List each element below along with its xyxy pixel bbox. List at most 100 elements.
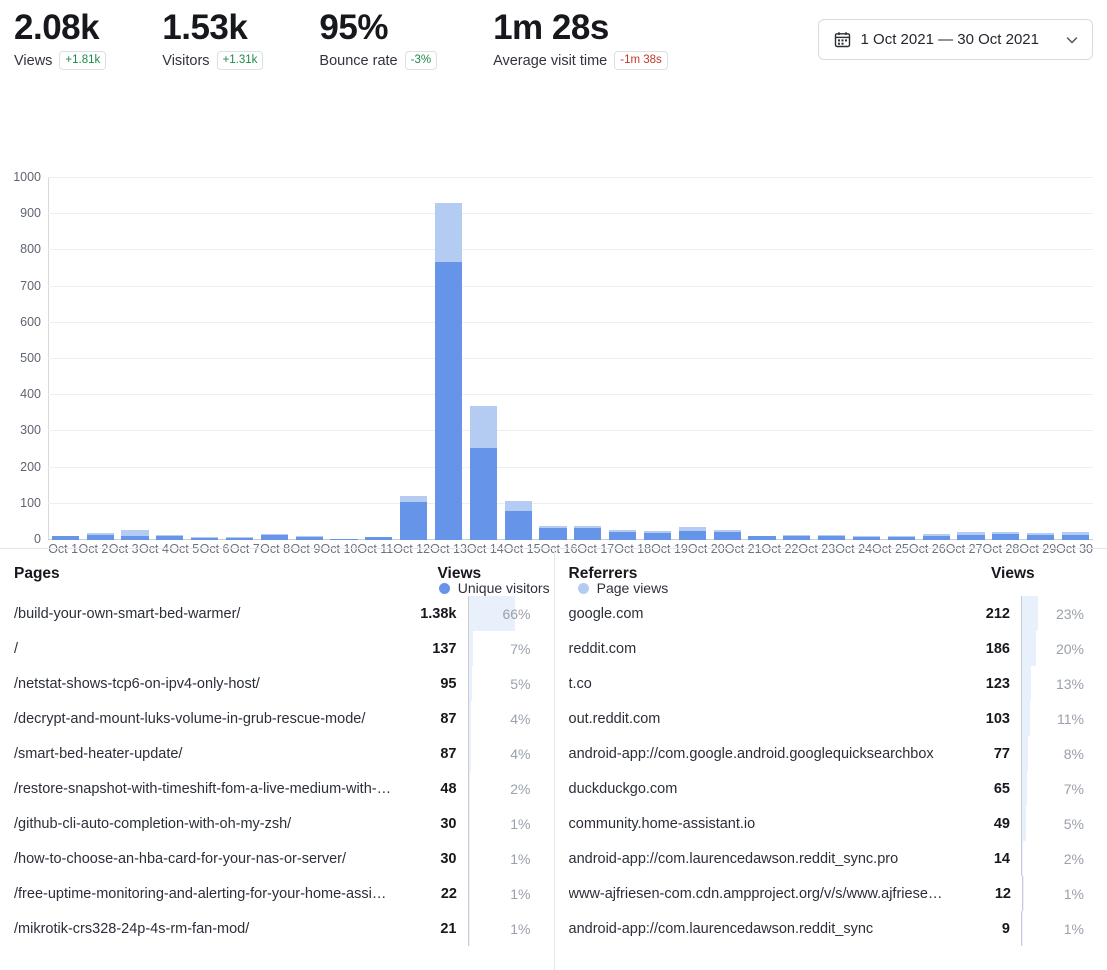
- chart-bar-column[interactable]: [988, 178, 1023, 540]
- chart-bar-column[interactable]: [257, 178, 292, 540]
- row-percent-label: 23%: [1055, 605, 1084, 622]
- y-axis-tick: 600: [20, 314, 41, 329]
- chart-bar-column[interactable]: [919, 178, 954, 540]
- chart-bar-column[interactable]: [327, 178, 362, 540]
- chart-bar-column[interactable]: [83, 178, 118, 540]
- pages-title: Pages: [14, 565, 60, 582]
- row-percent-label: 8%: [1063, 745, 1084, 762]
- chart-bar-column[interactable]: [152, 178, 187, 540]
- row-percent-label: 4%: [510, 745, 531, 762]
- row-percent-cell: 66%: [467, 596, 540, 631]
- chart-bar-column[interactable]: [710, 178, 745, 540]
- table-row[interactable]: /smart-bed-heater-update/87 4%: [14, 736, 540, 771]
- row-label: /smart-bed-heater-update/: [14, 745, 183, 762]
- table-row[interactable]: duckduckgo.com 65 7%: [569, 771, 1094, 806]
- table-row[interactable]: android-app://com.laurencedawson.reddit_…: [569, 911, 1094, 946]
- chart-bar-column[interactable]: [814, 178, 849, 540]
- bar-segment-unique-visitors: [678, 530, 706, 540]
- bar-segment-unique-visitors: [818, 536, 846, 540]
- row-percent-label: 1%: [510, 920, 531, 937]
- chart-bar-column[interactable]: [640, 178, 675, 540]
- table-row[interactable]: /decrypt-and-mount-luks-volume-in-grub-r…: [14, 701, 540, 736]
- chart-bar-column[interactable]: [48, 178, 83, 540]
- row-percent-cell: 1%: [467, 841, 540, 876]
- stats-bar: 2.08k Views +1.81k 1.53k Visitors +1.31k…: [0, 0, 1107, 82]
- chart-bar-column[interactable]: [396, 178, 431, 540]
- bar-segment-unique-visitors: [434, 262, 463, 540]
- bar-segment-unique-visitors: [1027, 534, 1055, 540]
- table-row[interactable]: t.co 123 13%: [569, 666, 1094, 701]
- table-row[interactable]: android-app://com.google.android.googleq…: [569, 736, 1094, 771]
- calendar-icon: [834, 31, 851, 48]
- row-count: 137: [432, 640, 457, 657]
- row-percent-label: 11%: [1057, 710, 1084, 727]
- row-label: www-ajfriesen-com.cdn.ampproject.org/v/s…: [568, 885, 947, 902]
- table-row[interactable]: /mikrotik-crs328-24p-4s-rm-fan-mod/21 1%: [14, 911, 540, 946]
- table-row[interactable]: google.com 212 23%: [569, 596, 1094, 631]
- row-percent-label: 2%: [1063, 850, 1084, 867]
- chart-bar-column[interactable]: [570, 178, 605, 540]
- chart-bar-column[interactable]: [849, 178, 884, 540]
- chart-bar-column[interactable]: [187, 178, 222, 540]
- table-row[interactable]: /build-your-own-smart-bed-warmer/1.38k 66…: [14, 596, 540, 631]
- table-row[interactable]: /free-uptime-monitoring-and-alerting-for…: [14, 876, 540, 911]
- table-row[interactable]: /github-cli-auto-completion-with-oh-my-z…: [14, 806, 540, 841]
- row-count: 87: [440, 745, 457, 762]
- table-row[interactable]: www-ajfriesen-com.cdn.ampproject.org/v/s…: [569, 876, 1094, 911]
- bar-segment-unique-visitors: [643, 532, 672, 540]
- chart-bar-column[interactable]: [1023, 178, 1058, 540]
- row-percent-label: 4%: [510, 710, 531, 727]
- table-row[interactable]: out.reddit.com 103 11%: [569, 701, 1094, 736]
- referrers-table: google.com 212 23% reddit.com 186 20% t.co 123 1…: [569, 596, 1094, 946]
- row-count: 14: [993, 850, 1010, 867]
- table-row[interactable]: / 137 7%: [14, 631, 540, 666]
- date-range-picker[interactable]: 1 Oct 2021 — 30 Oct 2021: [817, 19, 1093, 60]
- chart-bar-column[interactable]: [779, 178, 814, 540]
- chart-bar-column[interactable]: [501, 178, 536, 540]
- table-row[interactable]: reddit.com 186 20%: [569, 631, 1094, 666]
- bar-segment-unique-visitors: [156, 536, 184, 540]
- bar-segment-unique-visitors: [295, 536, 323, 540]
- chart-bar-column[interactable]: [361, 178, 396, 540]
- table-row[interactable]: android-app://com.laurencedawson.reddit_…: [569, 841, 1094, 876]
- chart-bar-column[interactable]: [745, 178, 780, 540]
- row-percent-cell: 1%: [467, 806, 540, 841]
- chart-bar-column[interactable]: [536, 178, 571, 540]
- chart-bar-column[interactable]: [118, 178, 153, 540]
- row-percent-cell: 2%: [467, 771, 540, 806]
- stat-value: 2.08k: [14, 8, 100, 47]
- row-percent-label: 7%: [1063, 780, 1084, 797]
- chevron-down-icon: [1065, 33, 1079, 47]
- row-percent-label: 66%: [502, 605, 531, 622]
- chart-bar-column[interactable]: [605, 178, 640, 540]
- stat-delta-badge: +1.81k: [59, 51, 107, 70]
- stat-sub: Average visit time -1m 38s: [493, 51, 668, 70]
- y-axis-tick: 800: [20, 242, 41, 257]
- table-row[interactable]: /restore-snapshot-with-timeshift-fom-a-l…: [14, 771, 540, 806]
- row-count: 48: [440, 780, 457, 797]
- bottom-panels: Pages Views /build-your-own-smart-bed-wa…: [0, 548, 1107, 970]
- chart-bar-column[interactable]: [292, 178, 327, 540]
- chart-bar-column[interactable]: [466, 178, 501, 540]
- table-row[interactable]: /netstat-shows-tcp6-on-ipv4-only-host/95…: [14, 666, 540, 701]
- stat-value: 1.53k: [162, 8, 248, 47]
- chart-bar-column[interactable]: [675, 178, 710, 540]
- stat-value: 1m 28s: [493, 8, 609, 47]
- chart-bar-column[interactable]: [1058, 178, 1093, 540]
- row-label: duckduckgo.com: [568, 780, 678, 797]
- row-label: android-app://com.laurencedawson.reddit_…: [568, 920, 874, 937]
- row-label: /: [14, 640, 19, 657]
- chart-bar-column[interactable]: [954, 178, 989, 540]
- row-count: 21: [440, 920, 457, 937]
- y-axis-tick: 400: [20, 387, 41, 402]
- table-row[interactable]: community.home-assistant.io 49 5%: [569, 806, 1094, 841]
- stat-visitors: 1.53k Visitors +1.31k: [162, 8, 264, 70]
- chart-bar-column[interactable]: [431, 178, 466, 540]
- table-row[interactable]: /how-to-choose-an-hba-card-for-your-nas-…: [14, 841, 540, 876]
- stat-sub: Views +1.81k: [14, 51, 107, 70]
- chart-bar-column[interactable]: [884, 178, 919, 540]
- chart-bar-column[interactable]: [222, 178, 257, 540]
- row-percent-label: 1%: [510, 815, 531, 832]
- bar-segment-page-views: [504, 500, 532, 512]
- row-percent-label: 1%: [510, 885, 531, 902]
